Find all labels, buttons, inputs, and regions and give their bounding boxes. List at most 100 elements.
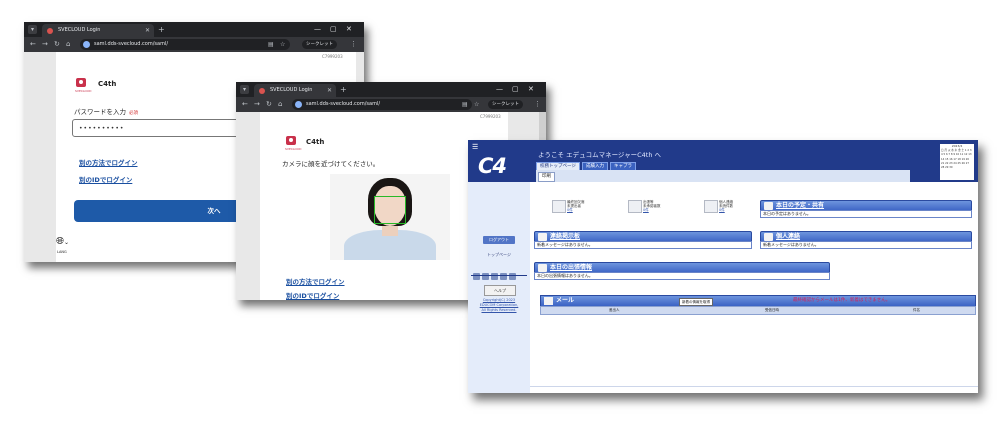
sidebar-tool-icons [473, 265, 525, 280]
maximize-icon[interactable]: ▢ [330, 24, 337, 35]
business-trip-icon [538, 264, 547, 272]
sidebar: ログアウト トップページ ヘルプ Copyright(C) 2023 EDUCO… [468, 182, 530, 393]
brand-name: C4th [98, 80, 117, 88]
print-button[interactable]: 印刷 [538, 172, 555, 182]
schedule-panel: 本日の予定・共有 本日の予定はありません。 [760, 200, 972, 218]
other-method-login-link[interactable]: 別の方法でログイン [286, 276, 345, 286]
menu-icon[interactable]: ⋮ [350, 39, 357, 50]
calendar-title: 2023/4 [951, 144, 963, 148]
minimize-icon[interactable]: — [496, 84, 503, 95]
site-info-icon[interactable] [295, 101, 302, 108]
business-trip-panel: 本日の出張情報 本日の出張情報はありません。 [534, 262, 830, 280]
tab-svecloud-login[interactable]: SVECLOUD Login ✕ [42, 24, 154, 37]
logout-button[interactable]: ログアウト [483, 236, 515, 244]
copyright-line-1[interactable]: Copyright(C) 2023 [468, 298, 530, 302]
tab-strip: ▾ SVECLOUD Login ✕ + — ▢ ✕ [24, 22, 364, 37]
face-detection-box [374, 196, 406, 224]
incognito-badge[interactable]: シークレット [302, 40, 337, 49]
c4th-portal-window: ☰ C4 ようこそ エデュコムマネージャーC4th へ 校務トップページ 成績入… [468, 140, 978, 393]
other-id-login-link[interactable]: 別のIDでログイン [286, 290, 339, 300]
personal-contact-body: 新着メッセージはありません。 [760, 241, 972, 249]
personal-contact-panel: 個人連絡 新着メッセージはありません。 [760, 231, 972, 249]
bookmark-star-icon[interactable]: ☆ [280, 39, 285, 50]
absence-shortcut-label[interactable]: 最終回欠席 未提出者 0件 [567, 200, 585, 212]
copyright-line-3[interactable]: All Rights Reserved. [468, 308, 530, 312]
menu-icon[interactable]: ⋮ [534, 99, 541, 110]
bookmark-star-icon[interactable]: ☆ [474, 99, 479, 110]
back-icon[interactable]: ← [30, 39, 36, 50]
forward-icon[interactable]: → [42, 39, 48, 50]
language-label: LANG [57, 250, 67, 254]
back-icon[interactable]: ← [242, 99, 248, 110]
globe-icon[interactable]: 🌐︎⌄ [56, 236, 69, 247]
mail-warning: 最終確認からメールは1件、新着はできません。 [793, 298, 891, 303]
address-bar[interactable]: saml.dds-svecloud.com/saml/ [80, 39, 290, 50]
forward-icon[interactable]: → [254, 99, 260, 110]
mini-calendar[interactable]: 2023/4 日 月 火 水 木 金 土 1 2 3 4 5 6 7 8 9 1… [940, 144, 974, 180]
incognito-badge[interactable]: シークレット [488, 100, 523, 109]
client-code: C7999203 [480, 114, 501, 119]
tab-strip: ▾ SVECLOUD Login ✕ + — ▢ ✕ [236, 82, 546, 97]
home-icon[interactable]: ⌂ [278, 99, 282, 110]
svecloud-logo [76, 78, 86, 87]
close-tab-icon[interactable]: ✕ [327, 84, 332, 97]
password-label: パスワードを入力 必須 [74, 108, 138, 116]
fetch-mail-button[interactable]: 新着の情報を取得 [679, 298, 713, 306]
business-trip-shortcut-label[interactable]: 出張等 未承認者数 0件 [643, 200, 661, 212]
copyright-line-2[interactable]: EDUCOM Corporation, [468, 303, 530, 307]
reload-icon[interactable]: ↻ [266, 99, 272, 110]
brand-name: C4th [306, 138, 325, 146]
welcome-message: ようこそ エデュコムマネージャーC4th へ [538, 151, 662, 159]
portal-header: ☰ C4 ようこそ エデュコムマネージャーC4th へ 校務トップページ 成績入… [468, 140, 978, 182]
absence-shortcut-icon[interactable] [552, 200, 566, 213]
tab-search-icon[interactable]: ▾ [240, 85, 249, 94]
new-tab-icon[interactable]: + [340, 84, 347, 95]
mail-icon [544, 297, 553, 305]
help-button[interactable]: ヘルプ [484, 285, 516, 296]
svecloud-logo [286, 136, 296, 145]
browser-toolbar: ← → ↻ ⌂ saml.dds-svecloud.com/saml/ ▤ ☆ … [236, 97, 546, 112]
sidebar-divider [471, 275, 527, 276]
translate-icon[interactable]: ▤ [268, 39, 274, 50]
maximize-icon[interactable]: ▢ [512, 84, 519, 95]
translate-icon[interactable]: ▤ [462, 99, 468, 110]
camera-preview [330, 174, 450, 260]
business-trip-shortcut-icon[interactable] [628, 200, 642, 213]
col-subject[interactable]: 件名 [913, 307, 920, 314]
face-instruction: カメラに顔を近づけてください。 [282, 160, 380, 168]
home-icon[interactable]: ⌂ [66, 39, 70, 50]
close-window-icon[interactable]: ✕ [346, 24, 352, 35]
hamburger-menu-icon[interactable]: ☰ [472, 142, 478, 153]
client-code: C7999203 [322, 54, 343, 59]
col-sender[interactable]: 差出人 [609, 307, 620, 314]
minimize-icon[interactable]: — [314, 24, 321, 35]
schedule-panel-body: 本日の予定はありません。 [760, 210, 972, 218]
calendar-days: 日 月 火 水 木 金 土 1 2 3 4 5 6 7 8 9 10 11 12… [941, 149, 972, 170]
browser-toolbar: ← → ↻ ⌂ saml.dds-svecloud.com/saml/ ▤ ☆ … [24, 37, 364, 52]
logo-subtext: SVECLOUD [285, 147, 302, 151]
address-bar[interactable]: saml.dds-svecloud.com/saml/ [292, 99, 472, 110]
close-window-icon[interactable]: ✕ [528, 84, 534, 95]
favicon-icon [259, 88, 265, 94]
close-tab-icon[interactable]: ✕ [145, 24, 150, 37]
personal-contact-shortcut-label[interactable]: 個人連絡 未読件数 0件 [719, 200, 733, 212]
c4-logo: C4 [478, 154, 507, 178]
reload-icon[interactable]: ↻ [54, 39, 60, 50]
mail-title: メール [556, 297, 575, 304]
col-received-date[interactable]: 受信日時 [765, 307, 779, 314]
mail-table-header: 差出人 受信日時 件名 [540, 306, 976, 315]
tab-svecloud-login[interactable]: SVECLOUD Login ✕ [254, 84, 336, 97]
tab-search-icon[interactable]: ▾ [28, 25, 37, 34]
other-id-login-link[interactable]: 別のIDでログイン [79, 174, 132, 184]
other-method-login-link[interactable]: 別の方法でログイン [79, 157, 138, 167]
personal-contact-shortcut-icon[interactable] [704, 200, 718, 213]
site-info-icon[interactable] [83, 41, 90, 48]
bulletin-board-icon [538, 233, 547, 241]
logo-subtext: SVECLOUD [75, 89, 92, 93]
new-tab-icon[interactable]: + [158, 24, 165, 35]
footer-divider [530, 386, 978, 387]
favicon-icon [47, 28, 53, 34]
bulletin-board-panel: 連絡掲示板 新着メッセージはありません。 [534, 231, 752, 249]
top-page-link[interactable]: トップページ [468, 252, 530, 258]
required-mark: 必須 [129, 111, 138, 116]
